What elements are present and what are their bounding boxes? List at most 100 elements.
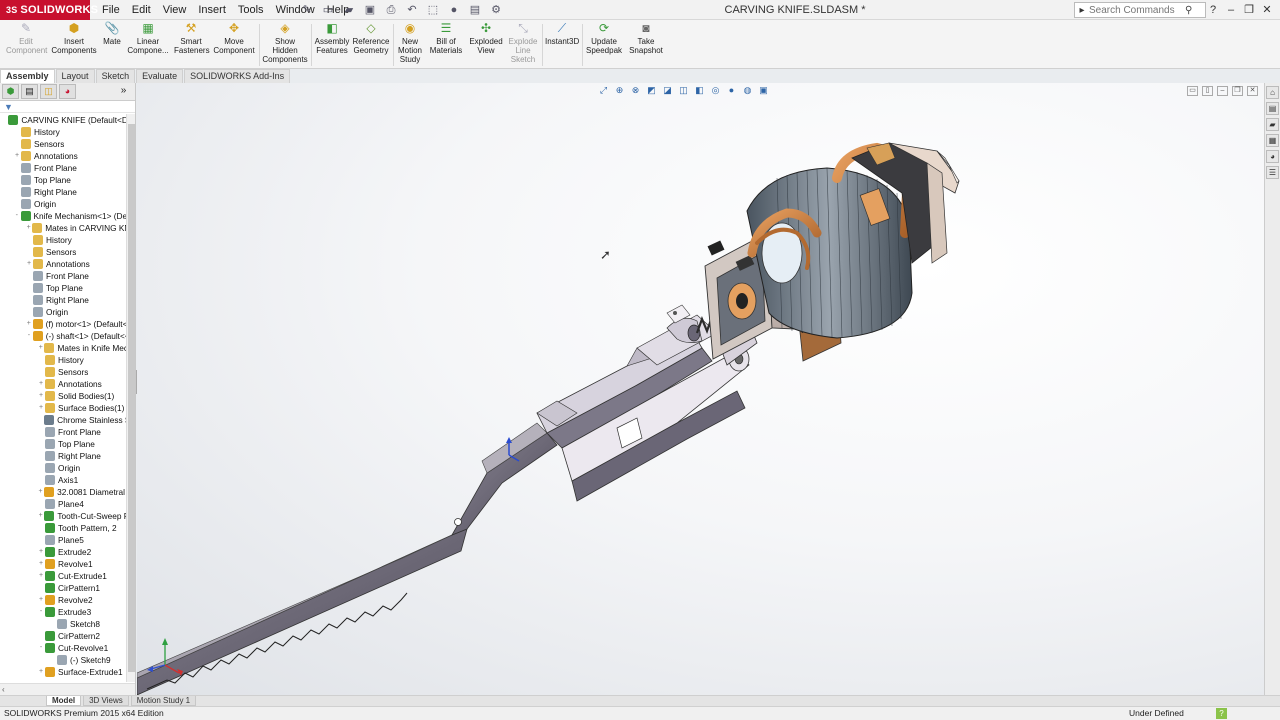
tree-node[interactable]: Top Plane <box>0 174 126 186</box>
bill-of-materials-button[interactable]: ☰ Bill of Materials <box>428 22 464 56</box>
close-icon[interactable]: ✕ <box>1258 0 1276 20</box>
design-library-icon[interactable]: ▤ <box>1266 102 1279 115</box>
display-style-icon[interactable]: ◧ <box>693 84 706 96</box>
tree-node[interactable]: Tooth Pattern, 2 <box>0 522 126 534</box>
hide-show-items-icon[interactable]: ◎ <box>709 84 722 96</box>
tree-node[interactable]: Front Plane <box>0 426 126 438</box>
feature-manager-tab-icon[interactable]: ⬢ <box>2 84 19 99</box>
tree-node[interactable]: + Mates in Knife Mech <box>0 342 126 354</box>
view-orientation-icon[interactable]: ◫ <box>677 84 690 96</box>
tab-model[interactable]: Model <box>46 696 82 706</box>
tree-node[interactable]: (-) Sketch9 <box>0 654 126 666</box>
take-snapshot-button[interactable]: ◙ Take Snapshot <box>627 22 665 56</box>
view-settings-icon[interactable]: ▣ <box>757 84 770 96</box>
solidworks-resources-icon[interactable]: ⌂ <box>1266 86 1279 99</box>
view-palette-icon[interactable]: ▦ <box>1266 134 1279 147</box>
restore-icon[interactable]: ❐ <box>1240 0 1258 20</box>
viewport-minimize-icon[interactable]: – <box>1217 86 1228 96</box>
expand-toggle-icon[interactable]: - <box>26 330 32 342</box>
menu-view[interactable]: View <box>157 0 193 20</box>
edit-appearance-icon[interactable]: ● <box>725 84 738 96</box>
tree-node[interactable]: History <box>0 126 126 138</box>
new-motion-study-button[interactable]: ◉ New Motion Study <box>396 22 424 65</box>
menu-file[interactable]: File <box>96 0 126 20</box>
expand-toggle-icon[interactable]: + <box>38 594 44 606</box>
tree-node[interactable]: + Revolve2 <box>0 594 126 606</box>
tree-node[interactable]: History <box>0 354 126 366</box>
tree-node[interactable]: Origin <box>0 306 126 318</box>
expand-toggle-icon[interactable]: + <box>38 378 44 390</box>
tab-3d-views[interactable]: 3D Views <box>83 696 129 706</box>
menu-insert[interactable]: Insert <box>192 0 232 20</box>
insert-components-button[interactable]: ⬢ Insert Components <box>50 22 98 56</box>
tree-horizontal-scrollbar[interactable]: ‹ <box>0 683 135 695</box>
dynamic-annotation-icon[interactable]: ◪ <box>661 84 674 96</box>
tree-node[interactable]: Chrome Stainless Ste <box>0 414 126 426</box>
tree-node[interactable]: Sensors <box>0 366 126 378</box>
undo-icon[interactable]: ↶ <box>403 2 421 18</box>
tree-node[interactable]: Sensors <box>0 138 126 150</box>
zoom-area-icon[interactable]: ⊕ <box>613 84 626 96</box>
mate-button[interactable]: 📎 Mate <box>101 22 123 47</box>
section-view-icon[interactable]: ◩ <box>645 84 658 96</box>
tab-sketch[interactable]: Sketch <box>95 69 136 83</box>
serrated-blade[interactable] <box>137 422 558 695</box>
tree-node[interactable]: Right Plane <box>0 450 126 462</box>
solidworks-logo[interactable]: 3S SOLIDWORKS <box>0 0 98 20</box>
open-icon[interactable]: ▰ <box>340 2 358 18</box>
appearances-icon[interactable]: ◕ <box>1266 150 1279 163</box>
edit-component-button[interactable]: ✎ Edit Component <box>6 22 47 56</box>
tree-node[interactable]: History <box>0 234 126 246</box>
linear-component-pattern-button[interactable]: ▦ Linear Compone... <box>126 22 170 56</box>
expand-toggle-icon[interactable]: - <box>38 606 44 618</box>
file-explorer-icon[interactable]: ▰ <box>1266 118 1279 131</box>
expand-toggle-icon[interactable]: - <box>14 210 20 222</box>
print-icon[interactable]: ⎙ <box>382 2 400 18</box>
search-input[interactable] <box>1089 4 1185 16</box>
scroll-thumb[interactable] <box>128 124 135 672</box>
apply-scene-icon[interactable]: ◍ <box>741 84 754 96</box>
file-properties-icon[interactable]: ▤ <box>466 2 484 18</box>
save-icon[interactable]: ▣ <box>361 2 379 18</box>
expand-toggle-icon[interactable]: + <box>26 258 32 270</box>
expand-toggle-icon[interactable]: + <box>26 222 31 234</box>
tree-node[interactable]: Axis1 <box>0 474 126 486</box>
viewport-split-icon[interactable]: ▭ <box>1187 86 1198 96</box>
expand-toggle-icon[interactable]: + <box>26 318 32 330</box>
tree-node[interactable]: + Revolve1 <box>0 558 126 570</box>
assembly-features-button[interactable]: ◧ Assembly Features <box>314 22 350 56</box>
configuration-manager-tab-icon[interactable]: ◫ <box>40 84 57 99</box>
tree-node[interactable]: + Extrude2 <box>0 546 126 558</box>
tree-node[interactable]: Top Plane <box>0 282 126 294</box>
expand-toggle-icon[interactable]: + <box>38 570 44 582</box>
rebuild-icon[interactable]: ● <box>445 2 463 18</box>
expand-toggle-icon[interactable]: + <box>38 390 44 402</box>
tree-node[interactable]: CirPattern2 <box>0 630 126 642</box>
tree-node[interactable]: Origin <box>0 462 126 474</box>
expand-toggle-icon[interactable]: + <box>38 510 43 522</box>
minimize-icon[interactable]: – <box>1222 0 1240 20</box>
appearance-manager-tab-icon[interactable]: ◕ <box>59 84 76 99</box>
tree-node[interactable]: Origin <box>0 198 126 210</box>
tree-node[interactable]: Front Plane <box>0 270 126 282</box>
custom-properties-icon[interactable]: ☰ <box>1266 166 1279 179</box>
viewport-tile-icon[interactable]: ▯ <box>1202 86 1213 96</box>
tab-addins[interactable]: SOLIDWORKS Add-Ins <box>184 69 291 83</box>
tree-node[interactable]: + Cut-Extrude1 <box>0 570 126 582</box>
tab-layout[interactable]: Layout <box>55 69 95 83</box>
tree-node[interactable]: + Mates in CARVING KNIF <box>0 222 126 234</box>
tree-node[interactable]: Top Plane <box>0 438 126 450</box>
select-icon[interactable]: ⬚ <box>424 2 442 18</box>
tree-node[interactable]: Sketch8 <box>0 618 126 630</box>
previous-view-icon[interactable]: ⊗ <box>629 84 642 96</box>
tree-node[interactable]: CirPattern1 <box>0 582 126 594</box>
tree-node[interactable]: + Solid Bodies(1) <box>0 390 126 402</box>
knife-assembly-model[interactable] <box>137 83 1264 695</box>
tree-node[interactable]: Plane4 <box>0 498 126 510</box>
zoom-to-fit-icon[interactable]: ⤢ <box>597 84 610 96</box>
tree-node[interactable]: + Annotations <box>0 150 126 162</box>
tree-node[interactable]: - (-) shaft<1> (Default<< <box>0 330 126 342</box>
new-document-icon[interactable]: ▭ <box>319 2 337 18</box>
exploded-view-button[interactable]: ✣ Exploded View <box>468 22 504 56</box>
explode-line-sketch-button[interactable]: ⤡ Explode Line Sketch <box>506 22 540 65</box>
